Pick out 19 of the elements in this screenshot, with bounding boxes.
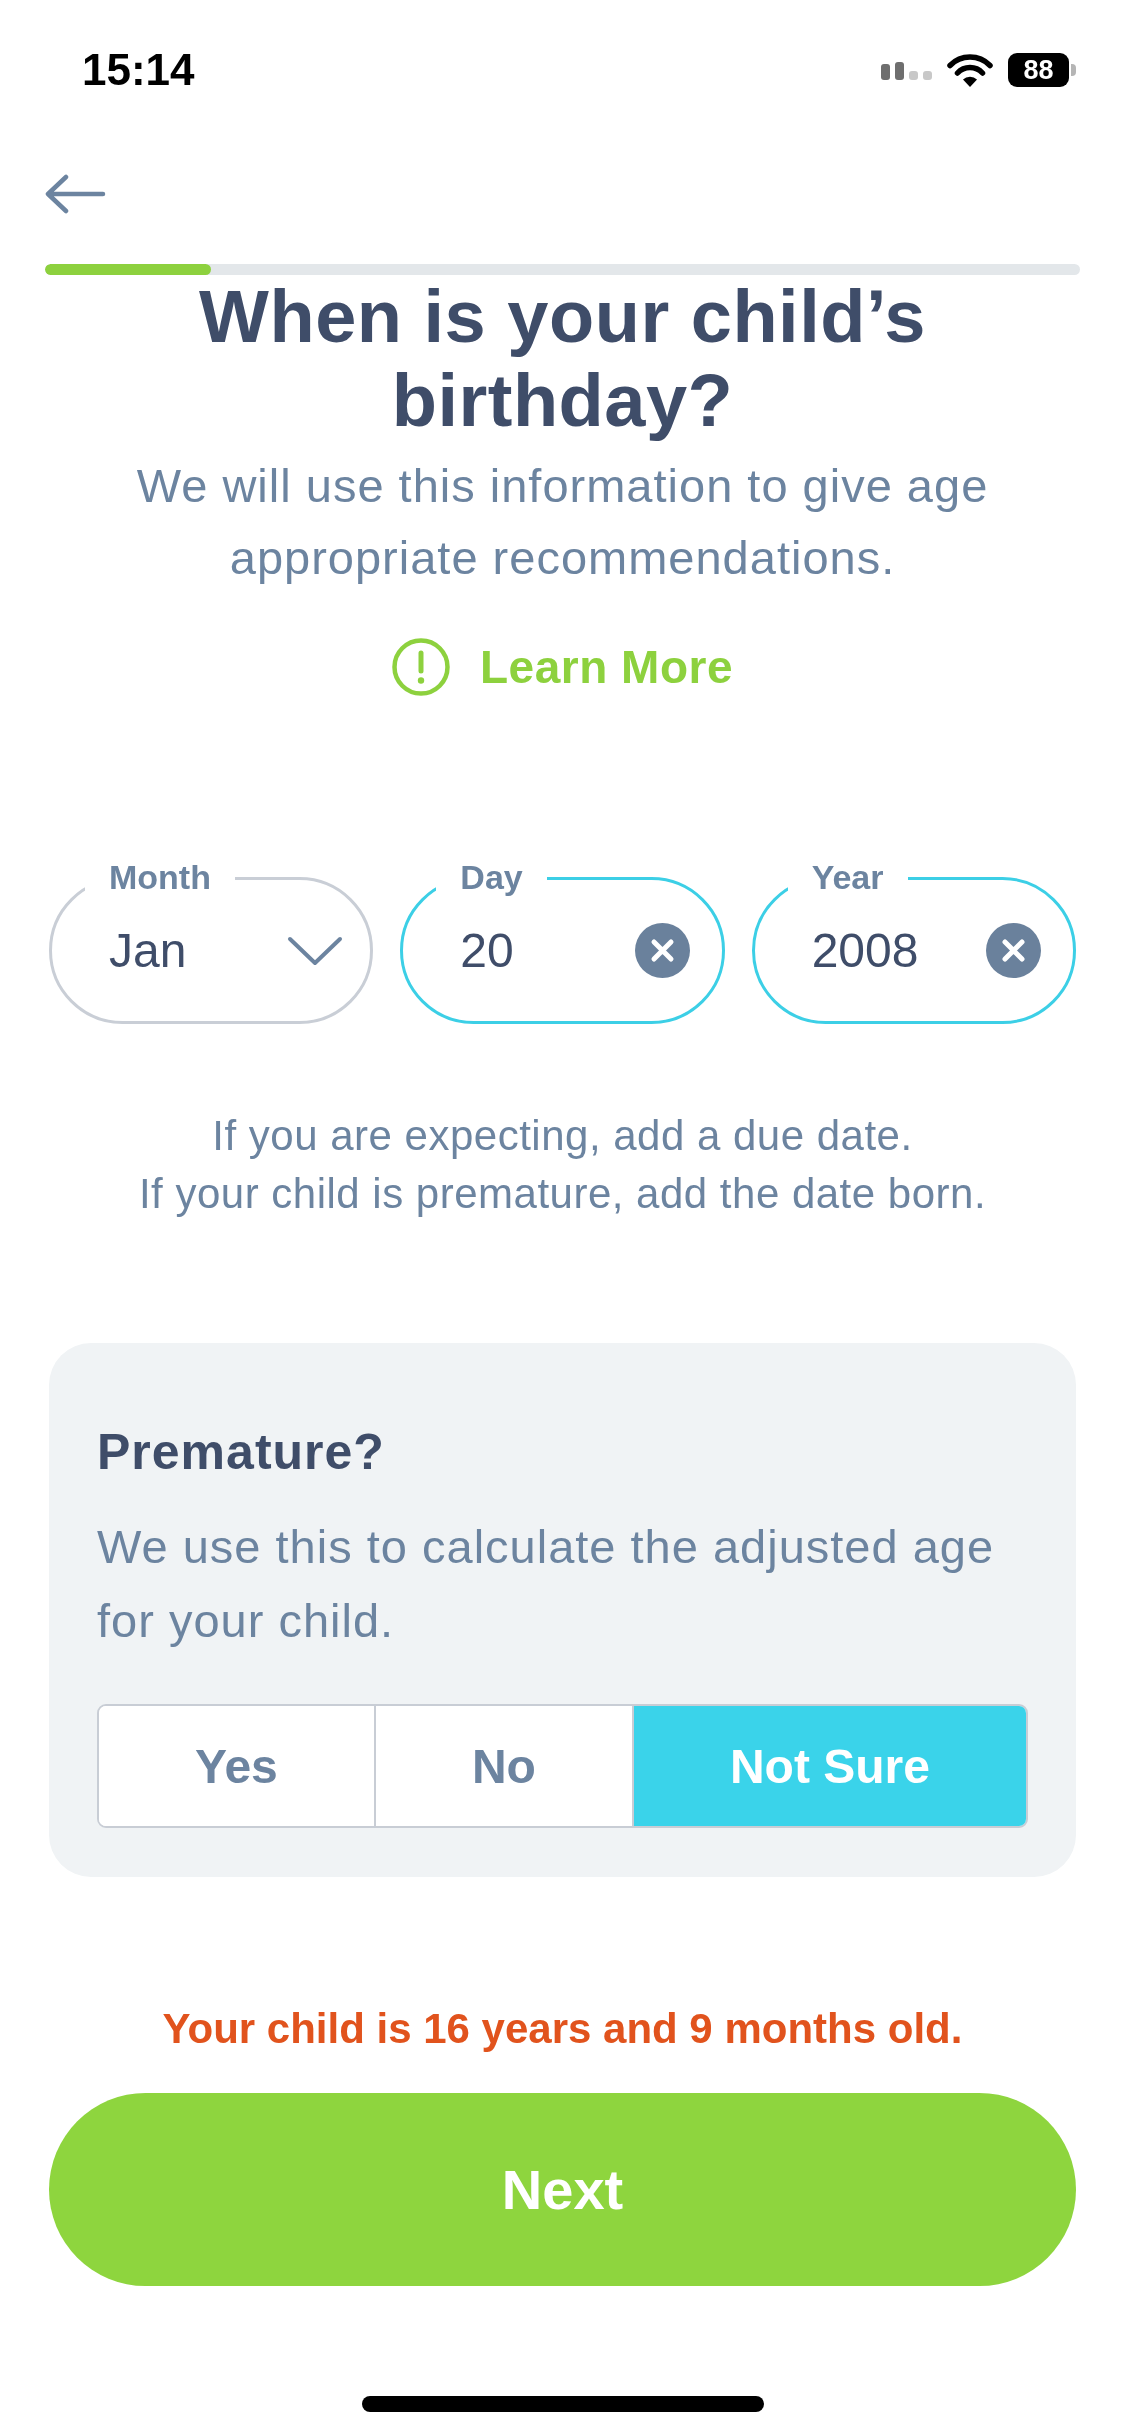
page-title: When is your child’s birthday? [198,275,927,443]
age-message: Your child is 16 years and 9 months old. [161,2004,964,2054]
card-description: We use this to calculate the adjusted age for your child. [97,1519,996,1649]
back-arrow-icon[interactable] [45,174,106,214]
exclamation-circle-icon [392,638,450,696]
card-title: Premature? [97,1423,386,1482]
clear-icon[interactable] [634,923,690,978]
text-field[interactable]: Year 2008 [751,857,1076,1024]
battery-indicator: 88 [1008,53,1076,87]
dropdown-field[interactable]: Month Jan [49,857,374,1024]
subtitle-text: We will use this information to give age appropriate recommendations. [135,458,990,586]
chevron-down-icon [287,935,344,966]
text-field[interactable]: Day 20 [400,857,725,1024]
clear-icon[interactable] [986,923,1041,978]
hint-text: If you are expecting, add a due date. [212,1111,913,1161]
status-time: 15:14 [82,45,195,95]
signal-icon [881,60,932,80]
hint-text: If your child is premature, add the date born. [138,1169,987,1219]
wifi-icon [947,53,993,87]
